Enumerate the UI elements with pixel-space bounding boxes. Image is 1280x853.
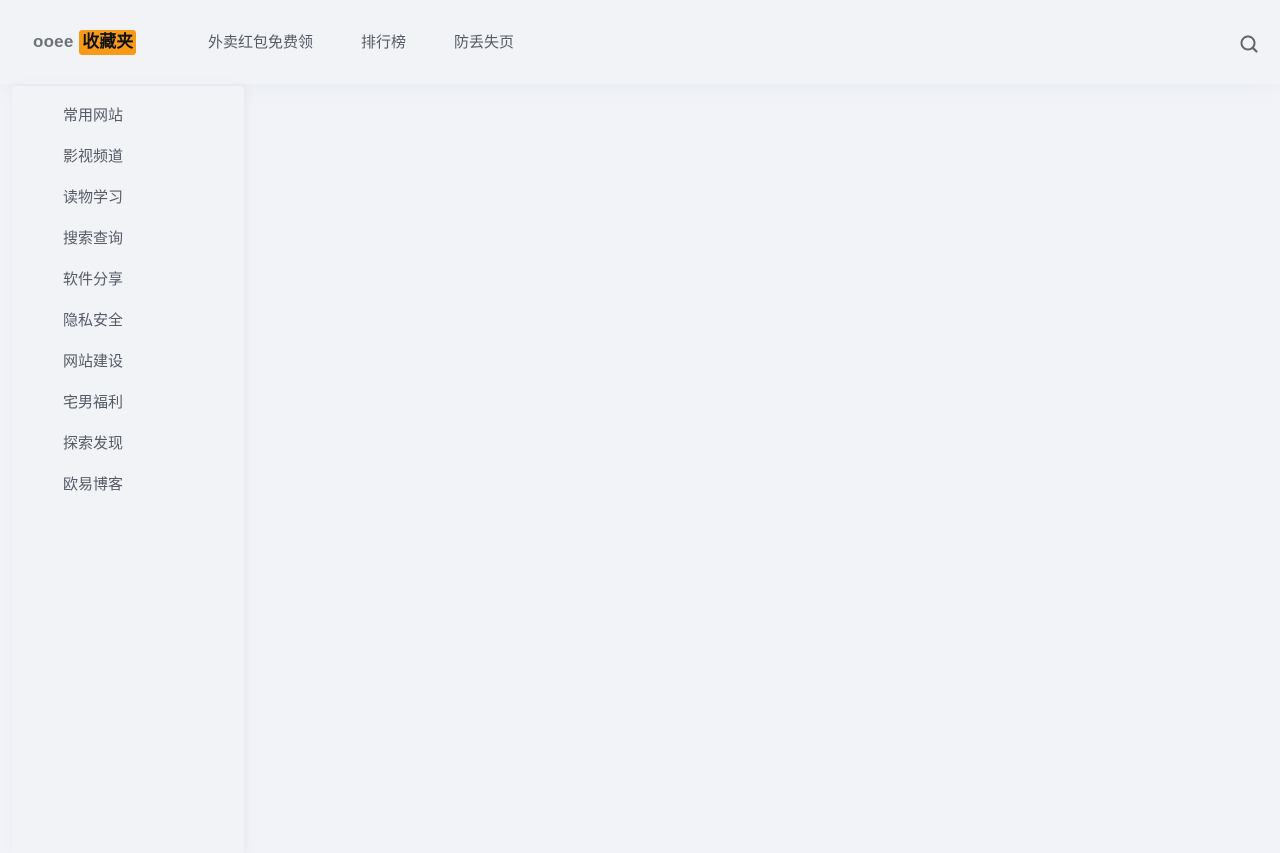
sidebar-item-software-share[interactable]: 软件分享: [12, 266, 244, 307]
sidebar-item-okx-blog[interactable]: 欧易博客: [12, 471, 244, 512]
sidebar-item-search-query[interactable]: 搜索查询: [12, 225, 244, 266]
sidebar-item-explore-discover[interactable]: 探索发现: [12, 430, 244, 471]
main-content-area: [256, 90, 1272, 850]
nav-item-backup-page[interactable]: 防丢失页: [454, 32, 514, 52]
site-logo[interactable]: ooee 收藏夹: [33, 29, 137, 55]
top-nav: 外卖红包免费领 排行榜 防丢失页: [208, 32, 562, 52]
search-button[interactable]: [1238, 33, 1260, 55]
sidebar-item-otaku-benefits[interactable]: 宅男福利: [12, 389, 244, 430]
category-sidebar: 常用网站 影视频道 读物学习 搜索查询 软件分享 隐私安全 网站建设 宅男福利 …: [12, 86, 244, 853]
nav-item-takeout-coupon[interactable]: 外卖红包免费领: [208, 32, 313, 52]
sidebar-item-reading-learning[interactable]: 读物学习: [12, 184, 244, 225]
nav-item-ranking[interactable]: 排行榜: [361, 32, 406, 52]
sidebar-item-privacy-security[interactable]: 隐私安全: [12, 307, 244, 348]
logo-badge: 收藏夹: [79, 29, 137, 55]
category-menu: 常用网站 影视频道 读物学习 搜索查询 软件分享 隐私安全 网站建设 宅男福利 …: [12, 86, 244, 512]
sidebar-item-video-channel[interactable]: 影视频道: [12, 143, 244, 184]
sidebar-item-site-building[interactable]: 网站建设: [12, 348, 244, 389]
sidebar-item-common-sites[interactable]: 常用网站: [12, 102, 244, 143]
top-header: ooee 收藏夹 外卖红包免费领 排行榜 防丢失页: [0, 0, 1280, 84]
search-icon: [1240, 35, 1258, 53]
logo-prefix: ooee: [33, 32, 74, 51]
